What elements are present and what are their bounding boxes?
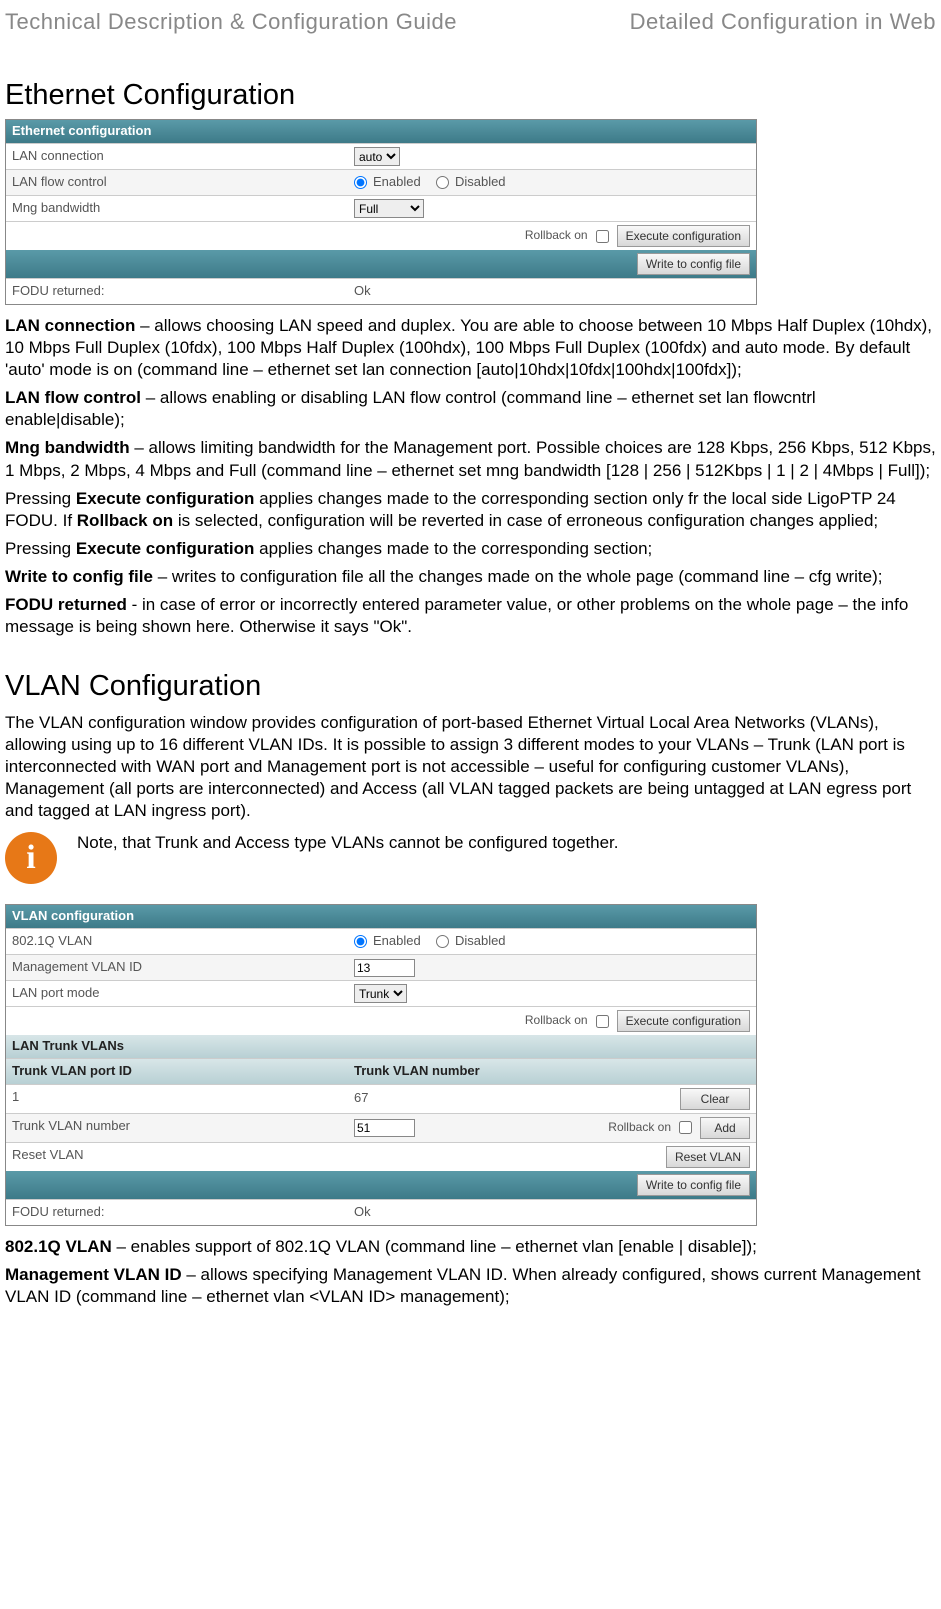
- trunk-row-id: 1: [6, 1085, 348, 1113]
- trunk-row-number: 67: [354, 1090, 368, 1107]
- section-title-ethernet: Ethernet Configuration: [5, 77, 936, 115]
- fodu-label: FODU returned:: [6, 279, 348, 304]
- write-config-button[interactable]: Write to config file: [637, 1174, 750, 1196]
- write-config-button[interactable]: Write to config file: [637, 253, 750, 275]
- info-icon: i: [5, 832, 57, 884]
- enabled-label: Enabled: [373, 933, 421, 950]
- ethernet-config-panel: Ethernet configuration LAN connection au…: [5, 119, 757, 305]
- para-lan-flow: LAN flow control – allows enabling or di…: [5, 387, 936, 431]
- fodu-value: Ok: [348, 279, 756, 304]
- trunk-vlan-number-input[interactable]: [354, 1119, 415, 1137]
- disabled-label: Disabled: [455, 933, 506, 950]
- para-lan-connection: LAN connection – allows choosing LAN spe…: [5, 315, 936, 381]
- lan-connection-label: LAN connection: [6, 144, 348, 169]
- rollback-label: Rollback on: [525, 228, 588, 244]
- mgmt-vlan-id-input[interactable]: [354, 959, 415, 977]
- para-mng-bw: Mng bandwidth – allows limiting bandwidt…: [5, 437, 936, 481]
- lan-port-mode-select[interactable]: Trunk: [354, 984, 407, 1003]
- clear-button[interactable]: Clear: [680, 1088, 750, 1110]
- section-title-vlan: VLAN Configuration: [5, 668, 936, 706]
- vlan-config-panel: VLAN configuration 802.1Q VLAN Enabled D…: [5, 904, 757, 1225]
- execute-config-button[interactable]: Execute configuration: [617, 225, 750, 247]
- fodu-value: Ok: [348, 1200, 756, 1225]
- page-header: Technical Description & Configuration Gu…: [5, 0, 936, 47]
- execute-config-button[interactable]: Execute configuration: [617, 1010, 750, 1032]
- vlan-enabled-radio[interactable]: [354, 935, 367, 948]
- vlan-8021q-label: 802.1Q VLAN: [6, 929, 348, 954]
- lan-connection-select[interactable]: auto: [354, 147, 400, 166]
- para-mgmt-vlan: Management VLAN ID – allows specifying M…: [5, 1264, 936, 1308]
- mgmt-vlan-id-label: Management VLAN ID: [6, 955, 348, 980]
- col-trunk-vlan-num: Trunk VLAN number: [348, 1059, 756, 1084]
- para-8021q: 802.1Q VLAN – enables support of 802.1Q …: [5, 1236, 936, 1258]
- rollback-checkbox[interactable]: [596, 230, 609, 243]
- lan-flow-label: LAN flow control: [6, 170, 348, 195]
- reset-vlan-label: Reset VLAN: [6, 1143, 348, 1171]
- rollback-checkbox-2[interactable]: [679, 1121, 692, 1134]
- panel-heading: VLAN configuration: [6, 905, 756, 928]
- para-exec1: Pressing Execute configuration applies c…: [5, 488, 936, 532]
- mng-bw-label: Mng bandwidth: [6, 196, 348, 221]
- rollback-checkbox[interactable]: [596, 1015, 609, 1028]
- lan-trunk-subhead: LAN Trunk VLANs: [6, 1035, 756, 1058]
- lan-flow-disabled-radio[interactable]: [436, 176, 449, 189]
- lan-port-mode-label: LAN port mode: [6, 981, 348, 1006]
- col-trunk-port-id: Trunk VLAN port ID: [6, 1059, 348, 1084]
- trunk-vlan-number-label: Trunk VLAN number: [6, 1114, 348, 1142]
- header-left: Technical Description & Configuration Gu…: [5, 8, 457, 37]
- rollback-label: Rollback on: [525, 1013, 588, 1029]
- enabled-label: Enabled: [373, 174, 421, 191]
- para-exec2: Pressing Execute configuration applies c…: [5, 538, 936, 560]
- disabled-label: Disabled: [455, 174, 506, 191]
- fodu-label: FODU returned:: [6, 1200, 348, 1225]
- para-write: Write to config file – writes to configu…: [5, 566, 936, 588]
- vlan-disabled-radio[interactable]: [436, 935, 449, 948]
- header-right: Detailed Configuration in Web: [630, 8, 936, 37]
- info-note: i Note, that Trunk and Access type VLANs…: [5, 832, 936, 884]
- add-button[interactable]: Add: [700, 1117, 750, 1139]
- note-text: Note, that Trunk and Access type VLANs c…: [77, 832, 619, 854]
- rollback-label: Rollback on: [608, 1120, 671, 1136]
- panel-heading: Ethernet configuration: [6, 120, 756, 143]
- reset-vlan-button[interactable]: Reset VLAN: [666, 1146, 750, 1168]
- para-fodu: FODU returned - in case of error or inco…: [5, 594, 936, 638]
- mng-bw-select[interactable]: Full: [354, 199, 424, 218]
- lan-flow-enabled-radio[interactable]: [354, 176, 367, 189]
- vlan-intro: The VLAN configuration window provides c…: [5, 712, 936, 822]
